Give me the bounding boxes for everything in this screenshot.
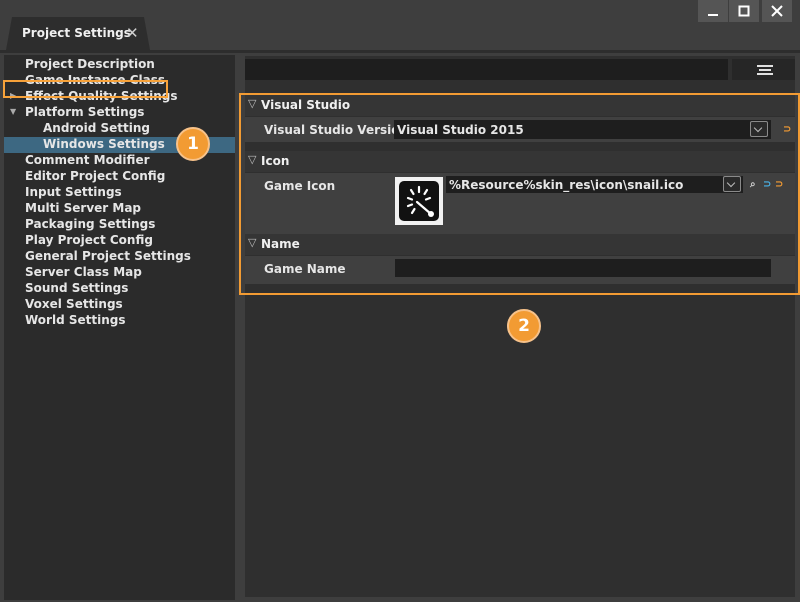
tree-item[interactable]: General Project Settings (25, 248, 191, 264)
tree-item-label: Packaging Settings (25, 217, 156, 231)
view-options-button[interactable] (732, 59, 795, 80)
tree-item-label: Android Setting (43, 121, 150, 135)
tree-item[interactable]: Server Class Map (25, 264, 142, 280)
maximize-button[interactable] (729, 0, 759, 22)
tree-item-label: Editor Project Config (25, 169, 166, 183)
tree-item[interactable]: Input Settings (25, 184, 122, 200)
minimize-button[interactable] (698, 0, 728, 22)
search-input[interactable] (245, 59, 728, 80)
tree-item-label: Voxel Settings (25, 297, 123, 311)
maximize-icon (738, 5, 750, 17)
collapse-arrow-icon[interactable]: ▼ (10, 104, 16, 120)
title-bar: Project Settings ✕ (0, 0, 800, 50)
tree-item-label: Platform Settings (25, 105, 145, 119)
callout-badge-1: 1 (176, 127, 210, 161)
tab-title: Project Settings (22, 26, 131, 40)
tree-item[interactable]: Multi Server Map (25, 200, 141, 216)
tree-item-label: General Project Settings (25, 249, 191, 263)
tab-close-icon[interactable]: ✕ (126, 25, 139, 41)
callout-badge-2: 2 (507, 309, 541, 343)
tree-item[interactable]: Voxel Settings (25, 296, 123, 312)
tree-item[interactable]: Android Setting (43, 120, 150, 136)
tree-item-label: Server Class Map (25, 265, 142, 279)
tree-item-label: Play Project Config (25, 233, 153, 247)
tree-item-label: Comment Modifier (25, 153, 150, 167)
close-window-button[interactable] (762, 0, 792, 22)
tree-item-label: World Settings (25, 313, 126, 327)
tree-item-label: Input Settings (25, 185, 122, 199)
tree-item[interactable]: Sound Settings (25, 280, 128, 296)
tree-item[interactable]: Editor Project Config (25, 168, 165, 184)
tree-item-label: Sound Settings (25, 281, 129, 295)
tree-item[interactable]: Project Description (25, 56, 155, 72)
tree-item[interactable]: Packaging Settings (25, 216, 155, 232)
properties-callout-box (239, 93, 800, 295)
tree-item[interactable]: Play Project Config (25, 232, 153, 248)
tree-item[interactable]: Comment Modifier (25, 152, 150, 168)
project-settings-tab[interactable]: Project Settings ✕ (6, 17, 150, 50)
windows-settings-callout-box (3, 80, 168, 98)
tree-item-label: Multi Server Map (25, 201, 142, 215)
tree-item-label: Project Description (25, 57, 155, 71)
tree-item[interactable]: ▼ Platform Settings (10, 104, 145, 120)
tree-item[interactable]: World Settings (25, 312, 126, 328)
minimize-icon (708, 14, 718, 16)
tree-item[interactable]: Windows Settings (43, 136, 165, 152)
tab-strip-divider (0, 50, 800, 53)
tree-item-label: Windows Settings (43, 137, 165, 151)
close-icon (771, 5, 783, 17)
